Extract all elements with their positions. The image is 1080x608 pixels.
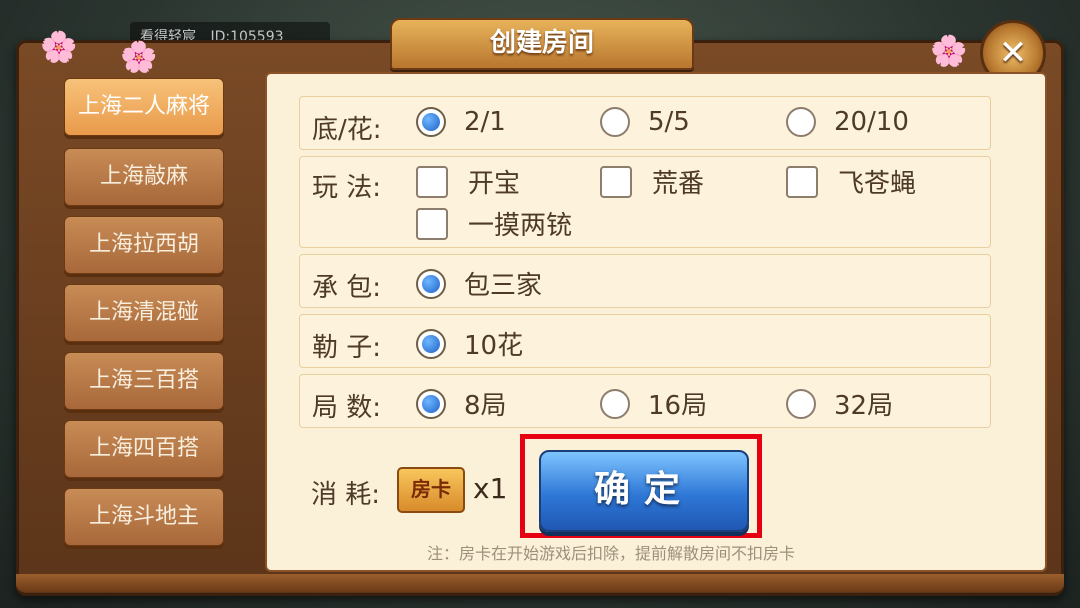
play-option-yimoliangchong[interactable]: 一摸两铳 bbox=[416, 205, 572, 242]
play-option-feicangying[interactable]: 飞苍蝇 bbox=[786, 163, 916, 200]
room-card-note: 注：房卡在开始游戏后扣除，提前解散房间不扣房卡 bbox=[427, 544, 796, 563]
radio-icon bbox=[600, 107, 630, 137]
rounds-option-32[interactable]: 32局 bbox=[786, 385, 893, 422]
sidebar-item-shanghai-sibaida[interactable]: 上海四百搭 bbox=[64, 420, 224, 478]
radio-selected-icon bbox=[416, 268, 446, 299]
sidebar-item-shanghai-qinghunpeng[interactable]: 上海清混碰 bbox=[64, 284, 224, 342]
lezi-row: 勒 子: 10花 bbox=[299, 314, 991, 368]
dialog-title: 创建房间 bbox=[390, 18, 694, 70]
sidebar-item-shanghai-doudizhu[interactable]: 上海斗地主 bbox=[64, 488, 224, 546]
contract-option-baosanjia[interactable]: 包三家 bbox=[416, 265, 542, 302]
sidebar-item-shanghai-sanbaida[interactable]: 上海三百搭 bbox=[64, 352, 224, 410]
radio-selected-icon bbox=[416, 328, 446, 359]
game-type-sidebar: 上海二人麻将 上海敲麻 上海拉西胡 上海清混碰 上海三百搭 上海四百搭 上海斗地… bbox=[38, 68, 252, 568]
rounds-row: 局 数: 8局 16局 32局 bbox=[299, 374, 991, 428]
flower-decoration-icon: 🌸 bbox=[930, 34, 968, 69]
lezi-label: 勒 子: bbox=[312, 333, 382, 363]
sidebar-item-shanghai-laxihu[interactable]: 上海拉西胡 bbox=[64, 216, 224, 274]
radio-icon bbox=[600, 388, 630, 419]
radio-icon bbox=[786, 388, 816, 419]
checkbox-icon bbox=[416, 165, 448, 198]
rounds-option-16[interactable]: 16局 bbox=[600, 385, 707, 422]
play-option-kaibao[interactable]: 开宝 bbox=[416, 163, 520, 200]
base-flower-row: 底/花: 2/1 5/5 20/10 bbox=[299, 96, 991, 150]
sidebar-item-shanghai-qiaoma[interactable]: 上海敲麻 bbox=[64, 148, 224, 206]
play-rules-label: 玩 法: bbox=[312, 173, 382, 203]
rounds-label: 局 数: bbox=[312, 393, 382, 423]
play-option-huangfan[interactable]: 荒番 bbox=[600, 163, 704, 200]
consume-label: 消 耗: bbox=[311, 480, 381, 510]
sidebar-item-shanghai-two-player[interactable]: 上海二人麻将 bbox=[64, 78, 224, 136]
base-option-20-10[interactable]: 20/10 bbox=[786, 107, 909, 137]
room-card-icon: 房卡 bbox=[397, 467, 465, 513]
radio-selected-icon bbox=[416, 107, 446, 137]
checkbox-icon bbox=[786, 165, 818, 198]
close-icon: ✕ bbox=[998, 33, 1028, 73]
rounds-option-8[interactable]: 8局 bbox=[416, 385, 507, 422]
checkbox-icon bbox=[600, 165, 632, 198]
contract-row: 承 包: 包三家 bbox=[299, 254, 991, 308]
flower-decoration-icon: 🌸 bbox=[40, 30, 78, 65]
base-option-2-1[interactable]: 2/1 bbox=[416, 107, 506, 137]
lezi-option-10hua[interactable]: 10花 bbox=[416, 325, 523, 362]
base-flower-label: 底/花: bbox=[312, 115, 382, 145]
contract-label: 承 包: bbox=[312, 273, 382, 303]
room-card-count: x1 bbox=[473, 472, 508, 505]
radio-selected-icon bbox=[416, 388, 446, 419]
play-rules-row: 玩 法: 开宝 荒番 飞苍蝇 一摸两铳 bbox=[299, 156, 991, 248]
radio-icon bbox=[786, 107, 816, 137]
dialog-frame-bottom bbox=[16, 574, 1064, 592]
room-options-panel: 底/花: 2/1 5/5 20/10 玩 法: 开宝 荒番 飞苍蝇 一摸两铳 承… bbox=[265, 72, 1047, 572]
checkbox-icon bbox=[416, 207, 448, 240]
confirm-button[interactable]: 确定 bbox=[539, 450, 749, 532]
base-option-5-5[interactable]: 5/5 bbox=[600, 107, 690, 137]
